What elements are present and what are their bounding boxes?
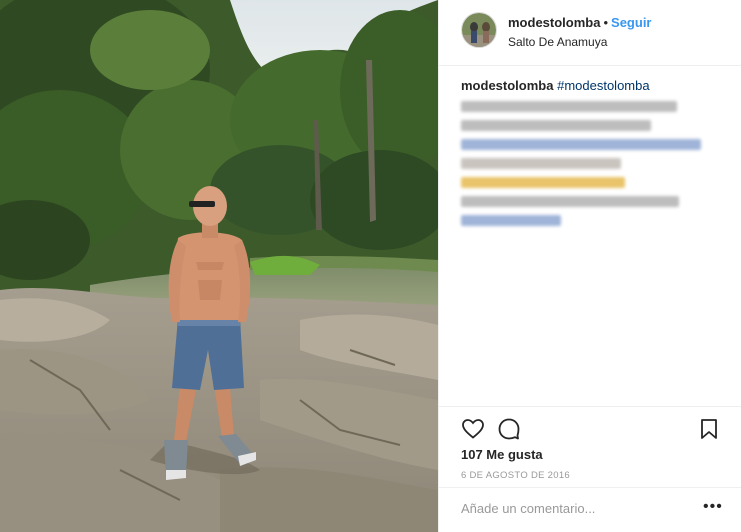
redacted-line (461, 120, 651, 131)
post-panel: modestolomba • Seguir Salto De Anamuya mod… (438, 0, 741, 532)
location-link[interactable]: Salto De Anamuya (508, 35, 607, 49)
caption: modestolomba #modestolomba (461, 78, 721, 226)
comment-box: ••• (439, 487, 741, 532)
post-header: modestolomba • Seguir Salto De Anamuya (439, 0, 741, 66)
separator-dot: • (603, 15, 609, 30)
redacted-line (461, 101, 677, 112)
redacted-line (461, 215, 561, 226)
hashtag-link[interactable]: #modestolomba (557, 78, 650, 93)
redacted-line (461, 158, 621, 169)
follow-button[interactable]: Seguir (611, 15, 651, 30)
heart-outline-icon[interactable] (461, 417, 485, 441)
caption-first-line: modestolomba #modestolomba (461, 78, 721, 93)
redacted-line (461, 196, 679, 207)
username-link[interactable]: modestolomba (508, 15, 600, 30)
action-bar (461, 417, 721, 443)
caption-username-link[interactable]: modestolomba (461, 78, 553, 93)
likes-count[interactable]: 107 Me gusta (461, 447, 543, 462)
redacted-caption-text (461, 101, 721, 226)
avatar[interactable] (461, 12, 497, 48)
redacted-line (461, 177, 625, 188)
user-row: modestolomba • Seguir (508, 15, 652, 30)
comment-input[interactable] (461, 501, 691, 516)
post-date[interactable]: 6 DE AGOSTO DE 2016 (461, 470, 570, 481)
bookmark-icon[interactable] (697, 417, 721, 441)
more-options-icon[interactable]: ••• (703, 499, 723, 515)
photo-scene (0, 0, 438, 532)
speech-bubble-icon[interactable] (497, 417, 521, 441)
post-footer: 107 Me gusta 6 DE AGOSTO DE 2016 ••• (439, 406, 741, 532)
post-photo[interactable] (0, 0, 438, 532)
redacted-line (461, 139, 701, 150)
